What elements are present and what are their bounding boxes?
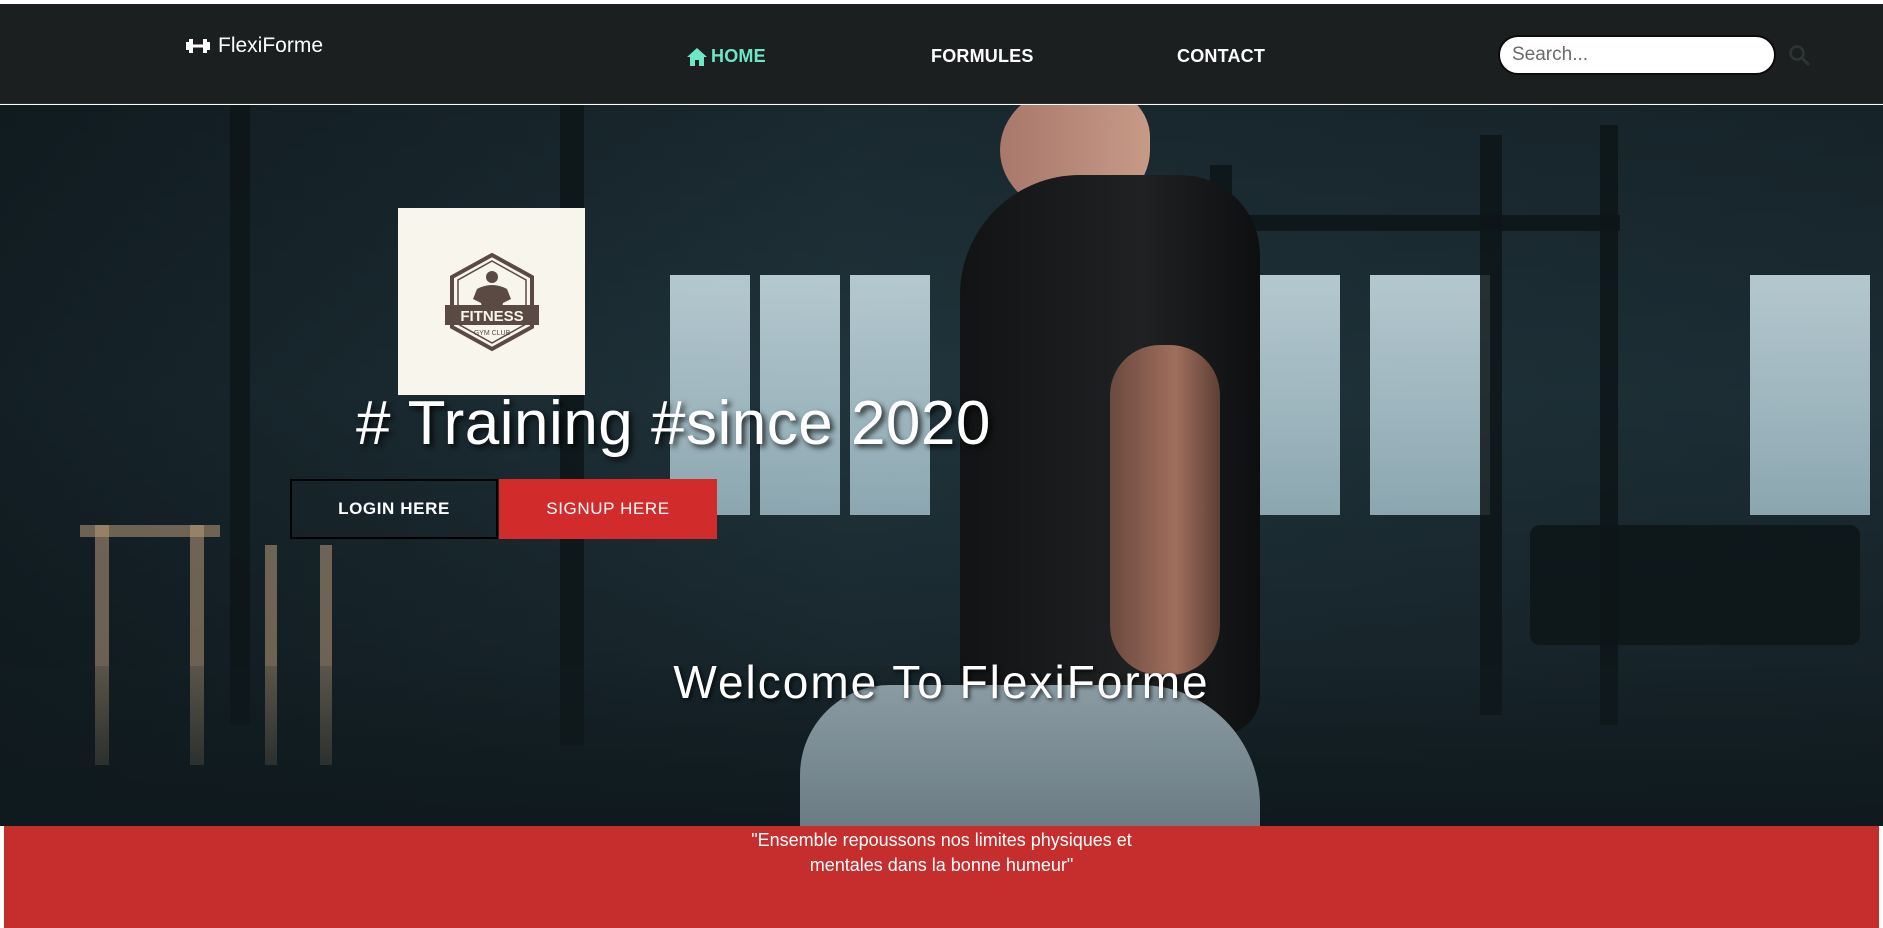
nav-link-home-label: HOME — [711, 46, 766, 66]
quote-text: "Ensemble repoussons nos limites physiqu… — [0, 828, 1883, 878]
dumbbell-icon — [186, 39, 210, 53]
hero-title: # Training #since 2020 — [356, 389, 991, 458]
nav-link-contact-label: CONTACT — [1177, 46, 1266, 66]
hero-section: FITNESS GYM CLUB # Training #since 2020 … — [0, 105, 1883, 826]
brand-name: FlexiForme — [218, 34, 324, 57]
svg-text:FITNESS: FITNESS — [460, 308, 523, 325]
signup-button[interactable]: SIGNUP HERE — [499, 479, 717, 539]
brand-link[interactable]: FlexiForme — [186, 34, 323, 58]
fitness-logo-icon: FITNESS GYM CLUB — [444, 252, 539, 351]
nav-link-formules-label: FORMULES — [931, 46, 1034, 66]
nav-link-contact[interactable]: CONTACT — [1177, 46, 1265, 67]
fitness-logo: FITNESS GYM CLUB — [398, 208, 585, 395]
quote-line-2: mentales dans la bonne humeur" — [809, 855, 1074, 875]
search-icon[interactable] — [1788, 44, 1810, 66]
welcome-heading: Welcome To FlexiForme — [673, 656, 1210, 708]
search-input[interactable] — [1498, 35, 1776, 75]
home-icon — [687, 47, 707, 66]
navbar: FlexiForme HOME FORMULES CONTACT — [0, 4, 1883, 104]
nav-link-home[interactable]: HOME — [686, 46, 766, 67]
login-button[interactable]: LOGIN HERE — [290, 479, 498, 539]
nav-link-formules[interactable]: FORMULES — [931, 46, 1034, 67]
svg-text:GYM CLUB: GYM CLUB — [473, 330, 510, 337]
quote-line-1: "Ensemble repoussons nos limites physiqu… — [751, 830, 1132, 850]
